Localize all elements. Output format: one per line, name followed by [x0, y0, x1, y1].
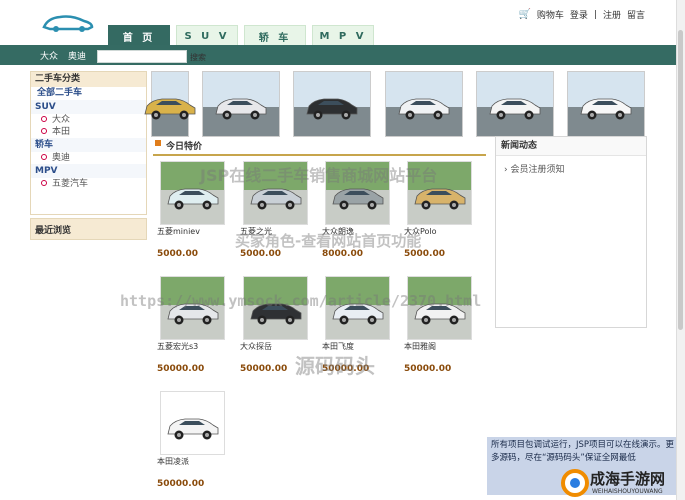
sidebar-cat-sedan[interactable]: 轿车	[31, 138, 146, 152]
car-photo[interactable]	[325, 276, 390, 340]
brand-name: 成海手游网	[590, 470, 666, 488]
car-price: 5000.00	[157, 249, 198, 259]
nav-link-audi[interactable]: 奥迪	[68, 49, 86, 62]
news-item[interactable]: › 会员注册须知	[496, 162, 646, 175]
car-name[interactable]: 本田雅阁	[404, 341, 436, 352]
car-name[interactable]: 本田凌派	[157, 456, 189, 467]
tab-home[interactable]: 首 页	[108, 25, 170, 47]
cart-icon: 🛒	[518, 9, 531, 20]
header: 首 页 S U V 轿 车 M P V 🛒 购物车 登录 | 注册 留言	[0, 0, 685, 47]
tab-suv[interactable]: S U V	[176, 25, 238, 47]
car-price: 50000.00	[240, 364, 288, 374]
login-link[interactable]: 登录	[570, 8, 588, 21]
brand-badge: 成海手游网 WEIHAISHOUYOUWANG	[560, 468, 682, 498]
car-price: 50000.00	[322, 364, 370, 374]
car-name[interactable]: 大众朗逸	[322, 226, 354, 237]
banner-photo[interactable]	[144, 71, 196, 137]
bullet-icon	[41, 116, 47, 122]
main-tabs: 首 页 S U V 轿 车 M P V	[108, 25, 374, 47]
nav-link-volkswagen[interactable]: 大众	[40, 49, 58, 62]
sidebar-item-audi[interactable]: 奥迪	[31, 152, 146, 164]
banner-photo[interactable]	[567, 71, 645, 137]
car-name[interactable]: 本田飞度	[322, 341, 354, 352]
separator: |	[593, 9, 597, 20]
bullet-icon	[41, 128, 47, 134]
sidebar-item-honda[interactable]: 本田	[31, 126, 146, 138]
car-photo[interactable]	[160, 391, 225, 455]
car-photo[interactable]	[325, 161, 390, 225]
recent-title: 最近浏览	[35, 226, 72, 236]
watermark-title: JSP在线二手车销售商城网站平台	[200, 166, 438, 185]
sidebar-cat-suv[interactable]: SUV	[31, 100, 146, 114]
bullet-icon	[41, 180, 47, 186]
car-price: 8000.00	[322, 249, 363, 259]
car-name[interactable]: 大众Polo	[404, 226, 437, 237]
car-name[interactable]: 五菱宏光s3	[157, 341, 198, 352]
special-icon	[155, 140, 161, 146]
special-header: 今日特价	[153, 136, 486, 156]
scrollbar-thumb[interactable]	[678, 30, 683, 330]
category-sidebar: 二手车分类 全部二手车 SUV 大众 本田 轿车 奥迪 MPV 五菱汽车	[30, 71, 147, 215]
car-price: 50000.00	[157, 479, 205, 489]
top-links: 🛒 购物车 登录 | 注册 留言	[518, 8, 645, 21]
tab-mpv[interactable]: M P V	[312, 25, 374, 47]
sidebar-title: 二手车分类	[31, 72, 146, 87]
sidebar-cat-mpv[interactable]: MPV	[31, 164, 146, 178]
banner-photo[interactable]	[476, 71, 554, 137]
banner-photo[interactable]	[293, 71, 371, 137]
cart-link[interactable]: 购物车	[537, 8, 564, 21]
special-title: 今日特价	[166, 142, 203, 152]
news-title: 新闻动态	[496, 137, 646, 156]
car-photo[interactable]	[160, 276, 225, 340]
car-photo[interactable]	[243, 276, 308, 340]
car-price: 5000.00	[240, 249, 281, 259]
register-link[interactable]: 注册	[603, 8, 621, 21]
search-button[interactable]: 搜索	[190, 52, 206, 63]
car-price: 50000.00	[157, 364, 205, 374]
sidebar-item-all[interactable]: 全部二手车	[31, 87, 146, 100]
brand-sub: WEIHAISHOUYOUWANG	[592, 488, 663, 495]
car-photo[interactable]	[243, 161, 308, 225]
scrollbar[interactable]	[676, 0, 685, 500]
tab-sedan[interactable]: 轿 车	[244, 25, 306, 47]
banner-photo[interactable]	[385, 71, 463, 137]
search-input[interactable]	[97, 50, 187, 63]
brand-logo-icon	[561, 469, 589, 497]
site-logo[interactable]	[40, 12, 96, 37]
car-name[interactable]: 五菱miniev	[157, 226, 200, 237]
sidebar-item-wuling[interactable]: 五菱汽车	[31, 178, 146, 190]
recent-views: 最近浏览	[30, 218, 147, 240]
banner-photo[interactable]	[202, 71, 280, 137]
car-price: 50000.00	[404, 364, 452, 374]
car-photo[interactable]	[160, 161, 225, 225]
bullet-icon	[41, 154, 47, 160]
car-photo[interactable]	[407, 276, 472, 340]
car-name[interactable]: 五菱之光	[240, 226, 272, 237]
car-photo[interactable]	[407, 161, 472, 225]
car-price: 5000.00	[404, 249, 445, 259]
sidebar-item-vw[interactable]: 大众	[31, 114, 146, 126]
message-link[interactable]: 留言	[627, 8, 645, 21]
car-name[interactable]: 大众探岳	[240, 341, 272, 352]
news-panel: 新闻动态 › 会员注册须知	[495, 136, 647, 328]
